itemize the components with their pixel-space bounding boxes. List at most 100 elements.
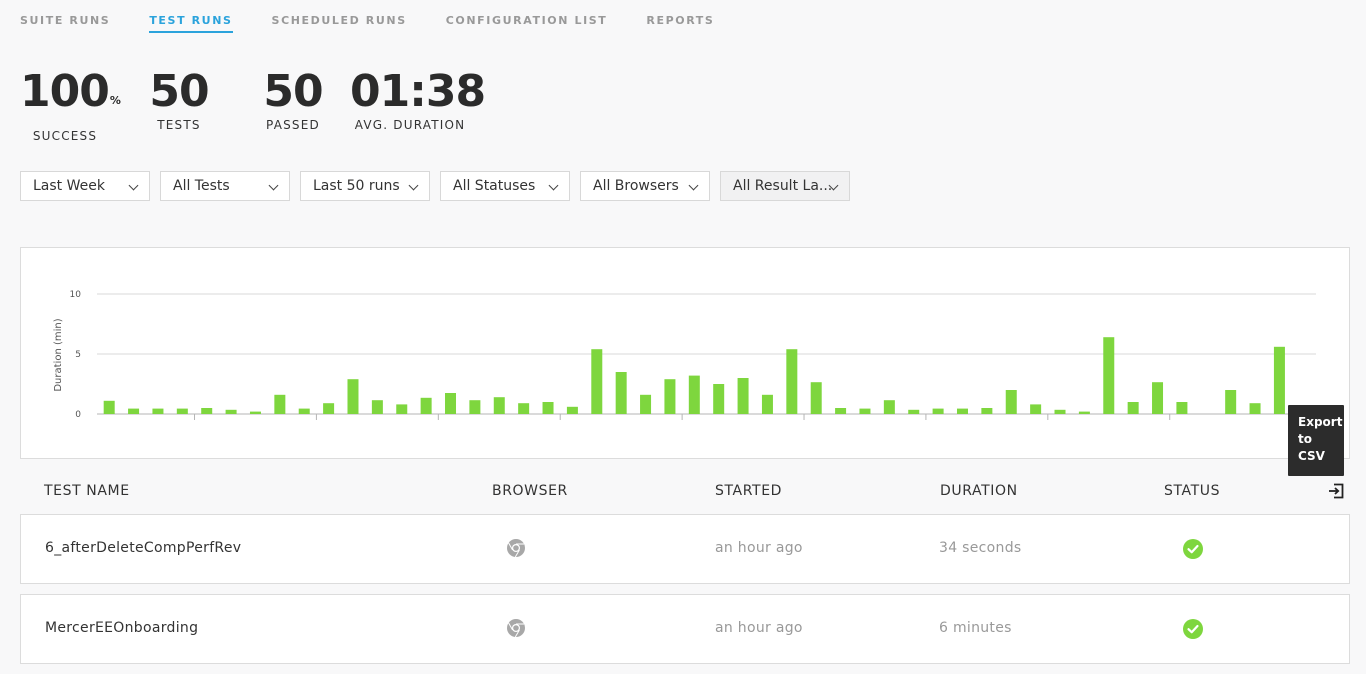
tab-configuration-list[interactable]: CONFIGURATION LIST — [446, 14, 608, 33]
chart-bar[interactable] — [1225, 390, 1237, 414]
chart-bar[interactable] — [786, 349, 798, 414]
chart-bar[interactable] — [688, 375, 700, 414]
y-tick-label: 5 — [75, 350, 81, 360]
chart-bar[interactable] — [249, 411, 261, 414]
stat-passed-value: 50 — [263, 66, 323, 117]
started-time: an hour ago — [715, 540, 803, 556]
period-select-value: Last Week — [33, 178, 105, 194]
chart-bars — [103, 337, 1310, 414]
export-csv-tooltip: Export to CSV — [1288, 405, 1344, 476]
chart-bar[interactable] — [396, 404, 408, 414]
chart-bar[interactable] — [1103, 337, 1115, 414]
chart-bar[interactable] — [542, 402, 554, 414]
stat-passed-label: PASSED — [266, 118, 320, 132]
chart-bar[interactable] — [493, 397, 505, 414]
browsers-select[interactable]: All Browsers — [580, 171, 710, 201]
chart-bar[interactable] — [835, 408, 847, 414]
tab-suite-runs[interactable]: SUITE RUNS — [20, 14, 110, 33]
chart-bar[interactable] — [1152, 382, 1164, 414]
column-header-status[interactable]: STATUS — [1164, 483, 1220, 499]
runs-select[interactable]: Last 50 runs — [300, 171, 430, 201]
tooltip-line: Export — [1298, 415, 1343, 429]
export-csv-icon[interactable] — [1328, 483, 1344, 499]
table-row[interactable]: 6_afterDeleteCompPerfRev an hour ago 34 … — [20, 514, 1350, 584]
test-name[interactable]: MercerEEOnboarding — [45, 620, 198, 636]
top-tabs: SUITE RUNS TEST RUNS SCHEDULED RUNS CONF… — [20, 14, 753, 33]
chart-bar[interactable] — [128, 408, 140, 414]
chart-bar[interactable] — [469, 400, 481, 414]
statuses-select-value: All Statuses — [453, 178, 536, 194]
duration-chart: 0 5 10 Duration (min) — [20, 247, 1350, 459]
chart-bar[interactable] — [810, 382, 822, 414]
chart-bar[interactable] — [371, 400, 383, 414]
tab-test-runs[interactable]: TEST RUNS — [149, 14, 233, 33]
result-labels-select[interactable]: All Result La... — [720, 171, 850, 201]
chart-bar[interactable] — [103, 400, 115, 414]
chart-bar[interactable] — [445, 393, 457, 414]
chart-bar[interactable] — [323, 403, 335, 414]
stat-success-unit: % — [109, 94, 121, 107]
chart-bar[interactable] — [908, 409, 920, 414]
test-name[interactable]: 6_afterDeleteCompPerfRev — [45, 540, 241, 556]
chart-bar[interactable] — [176, 408, 188, 414]
stat-avg-duration-value: 01:38 — [350, 66, 486, 117]
tab-scheduled-runs[interactable]: SCHEDULED RUNS — [272, 14, 407, 33]
chart-bar[interactable] — [664, 379, 676, 414]
chart-bar[interactable] — [956, 408, 968, 414]
chart-bar[interactable] — [1176, 402, 1188, 414]
stat-success-value: 100% — [20, 66, 121, 117]
chart-bar[interactable] — [640, 394, 652, 414]
column-header-duration[interactable]: DURATION — [940, 483, 1018, 499]
chart-bar[interactable] — [298, 408, 310, 414]
check-circle-icon — [1183, 619, 1203, 639]
chart-bar[interactable] — [420, 397, 432, 414]
started-time: an hour ago — [715, 620, 803, 636]
chart-bar[interactable] — [1273, 346, 1285, 414]
stat-passed: 50 PASSED — [256, 66, 330, 132]
chevron-down-icon — [548, 180, 559, 191]
chart-bar[interactable] — [1030, 404, 1042, 414]
chart-bar[interactable] — [1054, 409, 1066, 414]
stat-tests-value: 50 — [149, 66, 209, 117]
y-tick-label: 0 — [75, 410, 81, 420]
chart-bar[interactable] — [566, 406, 578, 414]
tooltip-line: CSV — [1298, 449, 1325, 463]
table-header: TEST NAME BROWSER STARTED DURATION STATU… — [20, 481, 1350, 503]
chart-bar[interactable] — [225, 409, 237, 414]
chart-bar[interactable] — [518, 403, 530, 414]
tests-select[interactable]: All Tests — [160, 171, 290, 201]
chart-bar[interactable] — [615, 372, 627, 414]
chrome-icon — [507, 619, 525, 638]
chart-bar[interactable] — [201, 408, 213, 414]
chart-bar[interactable] — [591, 349, 603, 414]
chart-bar[interactable] — [737, 378, 749, 414]
chart-bar[interactable] — [883, 400, 895, 414]
stat-avg-duration: 01:38 AVG. DURATION — [350, 66, 486, 132]
chart-bar[interactable] — [981, 408, 993, 414]
table-row[interactable]: MercerEEOnboarding an hour ago 6 minutes — [20, 594, 1350, 664]
chart-bar[interactable] — [347, 379, 359, 414]
chevron-down-icon — [268, 180, 279, 191]
chart-bar[interactable] — [1005, 390, 1017, 414]
tab-reports[interactable]: REPORTS — [646, 14, 714, 33]
statuses-select[interactable]: All Statuses — [440, 171, 570, 201]
chart-y-ticks: 0 5 10 — [70, 290, 82, 420]
run-duration: 6 minutes — [939, 620, 1012, 636]
chart-bar[interactable] — [932, 408, 944, 414]
column-header-browser[interactable]: BROWSER — [492, 483, 568, 499]
stat-success: 100% SUCCESS — [20, 66, 121, 143]
column-header-started[interactable]: STARTED — [715, 483, 782, 499]
chart-bar[interactable] — [1078, 411, 1090, 414]
chart-bar[interactable] — [1249, 403, 1261, 414]
chart-bar[interactable] — [1127, 402, 1139, 414]
chart-bar[interactable] — [274, 394, 286, 414]
chart-bar[interactable] — [761, 394, 773, 414]
chevron-down-icon — [408, 180, 419, 191]
tooltip-line: to — [1298, 432, 1312, 446]
period-select[interactable]: Last Week — [20, 171, 150, 201]
chart-bar[interactable] — [713, 384, 725, 414]
check-circle-icon — [1183, 539, 1203, 559]
chart-bar[interactable] — [152, 408, 164, 414]
column-header-test-name[interactable]: TEST NAME — [44, 483, 130, 499]
chart-bar[interactable] — [859, 408, 871, 414]
